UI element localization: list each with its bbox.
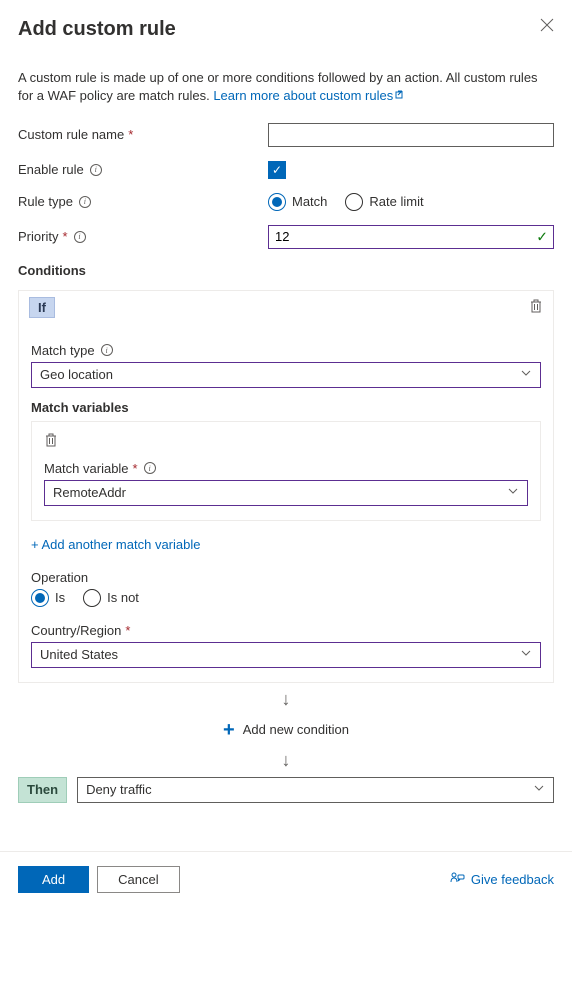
rule-type-label: Rule type xyxy=(18,194,73,209)
operation-isnot-radio[interactable]: Is not xyxy=(83,589,139,607)
chevron-down-icon xyxy=(520,367,532,382)
conditions-heading: Conditions xyxy=(18,263,554,278)
delete-variable-icon[interactable] xyxy=(44,436,58,451)
chevron-down-icon xyxy=(533,782,545,797)
chevron-down-icon xyxy=(507,485,519,500)
enable-rule-label: Enable rule xyxy=(18,162,84,177)
rule-type-match-radio[interactable]: Match xyxy=(268,193,327,211)
rule-type-ratelimit-radio[interactable]: Rate limit xyxy=(345,193,423,211)
operation-is-radio[interactable]: Is xyxy=(31,589,65,607)
custom-rule-name-input[interactable] xyxy=(268,123,554,147)
info-icon[interactable]: i xyxy=(90,164,102,176)
intro-text: A custom rule is made up of one or more … xyxy=(18,69,554,105)
info-icon[interactable]: i xyxy=(101,344,113,356)
match-variables-box: Match variable * i RemoteAddr xyxy=(31,421,541,521)
panel-title: Add custom rule xyxy=(18,18,176,41)
cancel-button[interactable]: Cancel xyxy=(97,866,179,893)
required-marker: * xyxy=(125,623,130,638)
plus-icon: + xyxy=(223,720,235,740)
close-icon[interactable] xyxy=(540,18,554,32)
feedback-icon xyxy=(449,872,465,886)
country-region-label: Country/Region xyxy=(31,623,121,638)
required-marker: * xyxy=(133,461,138,476)
condition-block: If Match type i Geo location Match varia… xyxy=(18,290,554,683)
priority-label: Priority xyxy=(18,229,58,244)
then-label: Then xyxy=(18,777,67,803)
give-feedback-link[interactable]: Give feedback xyxy=(449,872,554,887)
enable-rule-checkbox[interactable]: ✓ xyxy=(268,161,286,179)
info-icon[interactable]: i xyxy=(144,462,156,474)
custom-rule-name-label: Custom rule name xyxy=(18,127,124,142)
country-region-dropdown[interactable]: United States xyxy=(31,642,541,668)
action-dropdown[interactable]: Deny traffic xyxy=(77,777,554,803)
info-icon[interactable]: i xyxy=(74,231,86,243)
match-type-dropdown[interactable]: Geo location xyxy=(31,362,541,388)
required-marker: * xyxy=(128,127,133,142)
match-variable-dropdown[interactable]: RemoteAddr xyxy=(44,480,528,506)
external-link-icon xyxy=(395,87,407,105)
add-match-variable-link[interactable]: + Add another match variable xyxy=(31,537,200,552)
flow-arrow-icon: ↓ xyxy=(18,683,554,716)
flow-arrow-icon: ↓ xyxy=(18,744,554,777)
match-type-label: Match type xyxy=(31,343,95,358)
operation-label: Operation xyxy=(31,570,88,585)
add-new-condition-button[interactable]: + Add new condition xyxy=(18,716,554,744)
match-variable-label: Match variable xyxy=(44,461,129,476)
match-variables-heading: Match variables xyxy=(31,400,541,415)
if-label: If xyxy=(29,297,55,318)
learn-more-link[interactable]: Learn more about custom rules xyxy=(213,88,407,103)
delete-condition-icon[interactable] xyxy=(529,298,543,317)
required-marker: * xyxy=(62,229,67,244)
chevron-down-icon xyxy=(520,647,532,662)
info-icon[interactable]: i xyxy=(79,196,91,208)
add-button[interactable]: Add xyxy=(18,866,89,893)
priority-input[interactable] xyxy=(268,225,554,249)
